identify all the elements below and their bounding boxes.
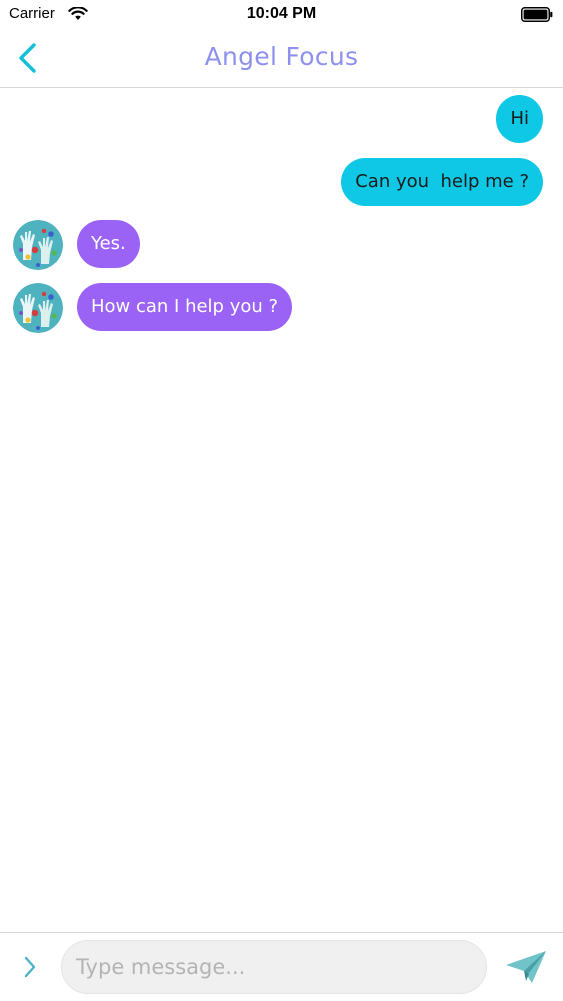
status-bar: Carrier 10:04 PM bbox=[0, 0, 563, 30]
battery-icon bbox=[521, 7, 553, 22]
status-time: 10:04 PM bbox=[246, 5, 317, 22]
navigation-bar: Angel Focus bbox=[0, 30, 563, 88]
paper-plane-icon bbox=[506, 951, 546, 983]
page-title: Angel Focus bbox=[204, 42, 359, 71]
avatar-hands-icon bbox=[13, 220, 63, 270]
message-composer bbox=[0, 932, 563, 1001]
message-row-incoming: Yes. bbox=[0, 219, 563, 271]
send-button[interactable] bbox=[502, 947, 550, 987]
incoming-message-bubble[interactable]: Yes. bbox=[77, 220, 140, 268]
message-input[interactable] bbox=[61, 940, 487, 994]
message-list[interactable]: Hi Can you help me ? Yes. How can I help… bbox=[0, 88, 563, 931]
chevron-right-icon bbox=[24, 956, 36, 978]
expand-button[interactable] bbox=[14, 951, 46, 983]
outgoing-message-bubble[interactable]: Can you help me ? bbox=[341, 158, 543, 206]
incoming-message-bubble[interactable]: How can I help you ? bbox=[77, 283, 293, 331]
avatar-hands-icon bbox=[13, 283, 63, 333]
avatar[interactable] bbox=[13, 283, 63, 333]
message-row-outgoing: Hi bbox=[0, 94, 563, 144]
message-row-outgoing: Can you help me ? bbox=[0, 157, 563, 207]
avatar[interactable] bbox=[13, 220, 63, 270]
message-row-incoming: How can I help you ? bbox=[0, 282, 563, 334]
outgoing-message-bubble[interactable]: Hi bbox=[496, 95, 543, 143]
